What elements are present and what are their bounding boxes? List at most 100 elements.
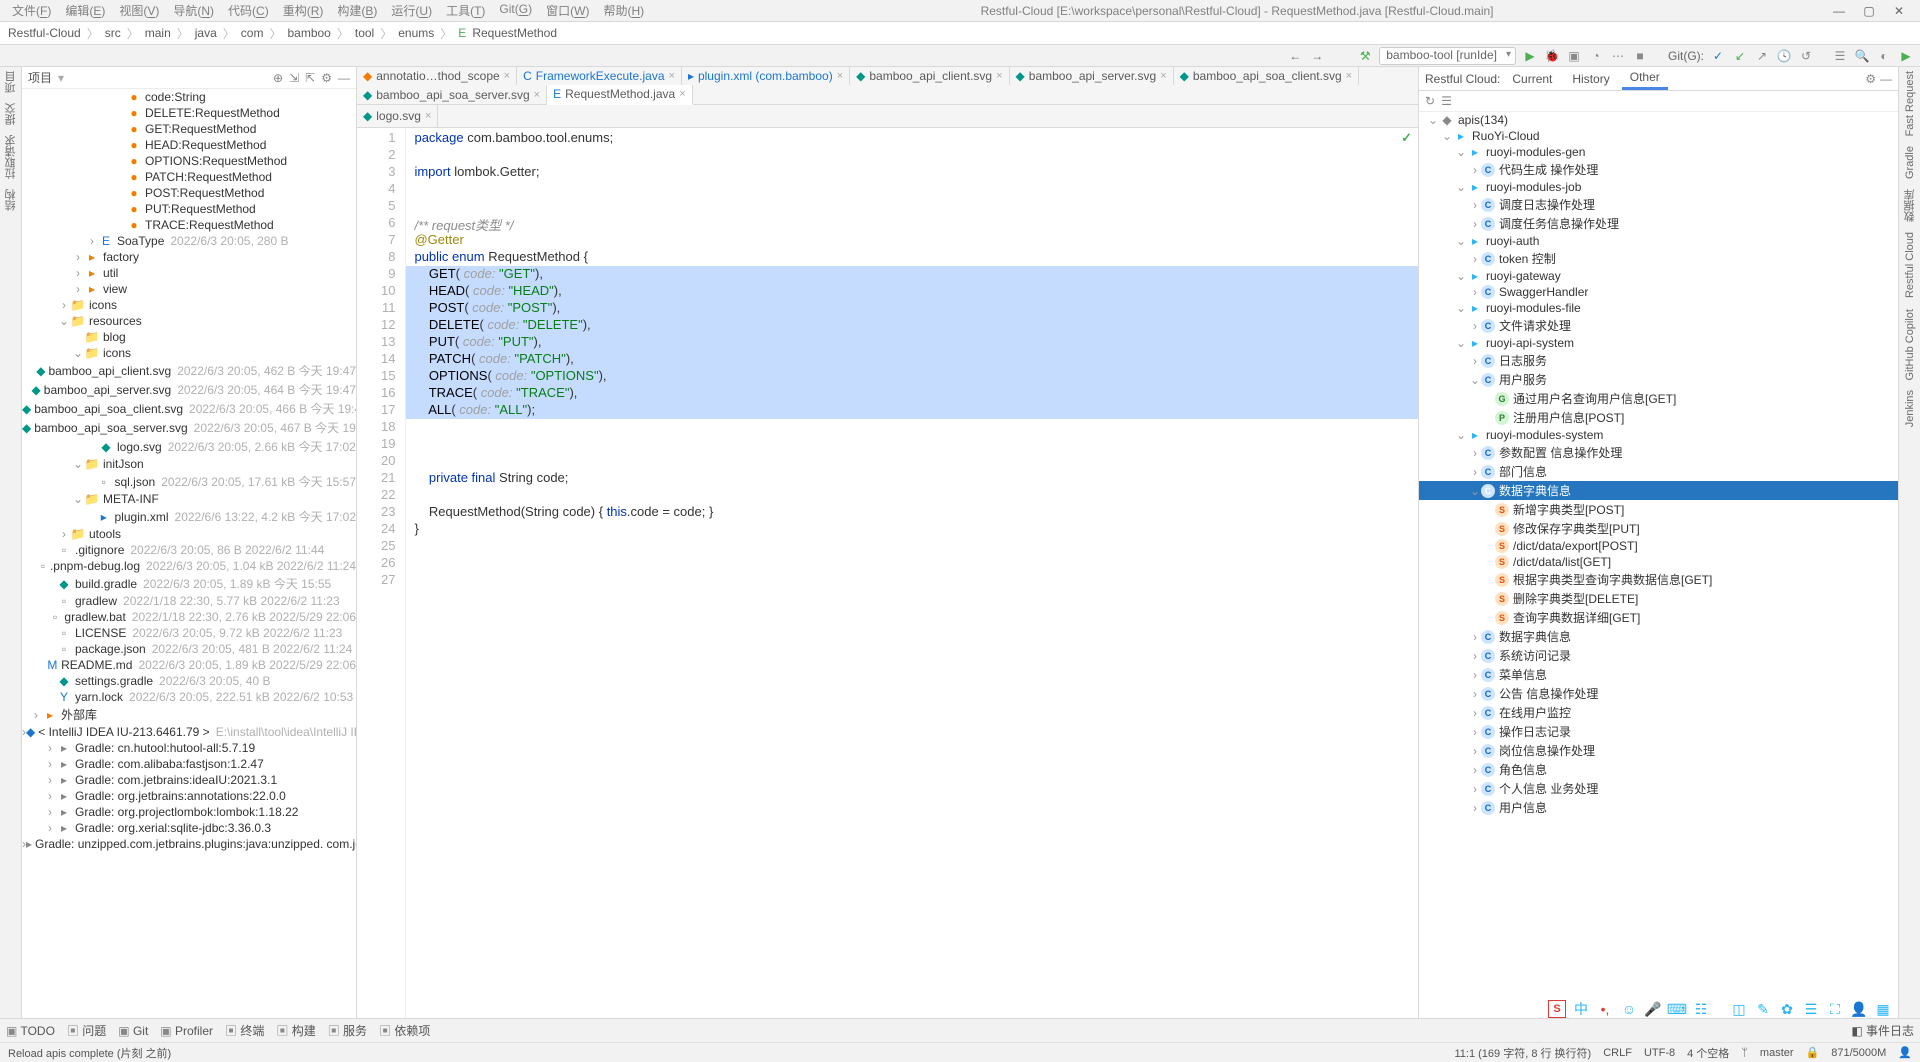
tree-row[interactable]: ▫LICENSE2022/6/3 20:05, 9.72 kB 2022/6/2… [22,625,356,641]
bottom-tab[interactable]: ▣ TODO [6,1024,55,1038]
tree-row[interactable]: ⌄📁icons [22,345,356,361]
tool-strip-item[interactable]: 项目 [3,71,19,93]
menu-item[interactable]: 重构(R) [277,0,330,21]
indent[interactable]: 4 个空格 [1687,1045,1729,1061]
api-tree-row[interactable]: ⌄▸RuoYi-Cloud [1419,128,1898,144]
tree-row[interactable]: ◆bamboo_api_soa_client.svg2022/6/3 20:05… [22,399,356,418]
tree-row[interactable]: ●POST:RequestMethod [22,185,356,201]
tree-row[interactable]: ▫.pnpm-debug.log2022/6/3 20:05, 1.04 kB … [22,558,356,574]
tree-row[interactable]: ▫gradlew2022/1/18 22:30, 5.77 kB 2022/6/… [22,593,356,609]
menu-item[interactable]: 窗口(W) [540,0,595,21]
api-tree-row[interactable]: ⌄▸ruoyi-modules-gen [1419,144,1898,160]
tool-strip-item[interactable]: 结构 [3,189,19,211]
tool-strip-item[interactable]: Jenkins [1904,390,1916,427]
filter-icon[interactable]: ☰ [1441,94,1452,108]
tree-row[interactable]: ◆logo.svg2022/6/3 20:05, 2.66 kB 今天 17:0… [22,437,356,456]
bottom-tool-tabs[interactable]: ▣ TODO▣ 问题▣ Git▣ Profiler▣ 终端▣ 构建▣ 服务▣ 依… [0,1018,1920,1042]
api-tree-row[interactable]: ⌄C数据字典信息 [1419,481,1898,500]
api-tree-row[interactable]: ›C在线用户监控 [1419,703,1898,722]
right-tool-strip[interactable]: Fast RequestGradle数据库Restful CloudGitHub… [1898,67,1920,1018]
tool-strip-item[interactable]: 提交 [3,103,19,125]
left-tool-strip[interactable]: 项目提交拉取请求结构 [0,67,22,1018]
bottom-tab[interactable]: ▣ 终端 [225,1022,264,1039]
api-tree-row[interactable]: ›C个人信息 业务处理 [1419,779,1898,798]
api-tree-row[interactable]: ›C代码生成 操作处理 [1419,160,1898,179]
tree-row[interactable]: ●code:String [22,89,356,105]
api-tree-row[interactable]: P注册用户信息[POST] [1419,408,1898,427]
editor-tab[interactable]: ERequestMethod.java× [547,85,693,105]
tree-row[interactable]: MREADME.md2022/6/3 20:05, 1.89 kB 2022/5… [22,657,356,673]
hide-icon[interactable]: — [338,71,350,85]
tab-other[interactable]: Other [1622,67,1668,90]
project-tree[interactable]: ●code:String●DELETE:RequestMethod●GET:Re… [22,89,356,1018]
git-revert-icon[interactable]: ↺ [1798,48,1814,64]
api-tree-row[interactable]: ⌄▸ruoyi-gateway [1419,268,1898,284]
bottom-tab[interactable]: ▣ 构建 [276,1022,315,1039]
tree-row[interactable]: ›▸外部库 [22,705,356,724]
api-tree-row[interactable]: ⌄▸ruoyi-modules-system [1419,427,1898,443]
avatar-icon[interactable]: ◐ [1876,48,1892,64]
api-tree-row[interactable]: ⌄▸ruoyi-modules-file [1419,300,1898,316]
api-tree-row[interactable]: ⌄▸ruoyi-api-system [1419,335,1898,351]
close-icon[interactable]: × [504,70,510,82]
editor-tab[interactable]: ▸plugin.xml (com.bamboo)× [682,67,850,85]
settings-icon[interactable]: ☰ [1832,48,1848,64]
refresh-icon[interactable]: ↻ [1425,94,1435,108]
lock-icon[interactable]: 🔒 [1806,1046,1820,1059]
tool-strip-item[interactable]: Gradle [1904,146,1916,179]
api-tree-row[interactable]: ›C调度日志操作处理 [1419,195,1898,214]
crumb[interactable]: com [241,26,264,40]
api-tree-row[interactable]: S/dict/data/list[GET] [1419,554,1898,570]
run-icon[interactable]: ▶ [1522,48,1538,64]
tab-history[interactable]: History [1564,69,1617,89]
menu-item[interactable]: Git(G) [493,0,538,21]
api-tree[interactable]: ⌄◆apis(134)⌄▸RuoYi-Cloud⌄▸ruoyi-modules-… [1419,112,1898,1018]
main-menu[interactable]: 文件(F)编辑(E)视图(V)导航(N)代码(C)重构(R)构建(B)运行(U)… [6,0,650,21]
profile-icon[interactable]: ◔ [1588,48,1604,64]
tree-row[interactable]: ◆bamboo_api_server.svg2022/6/3 20:05, 46… [22,380,356,399]
hammer-icon[interactable]: ⚒ [1357,48,1373,64]
line-sep[interactable]: CRLF [1603,1047,1632,1059]
crumb[interactable]: Restful-Cloud [8,26,81,40]
api-tree-row[interactable]: ›C菜单信息 [1419,665,1898,684]
minimize-icon[interactable]: — [1824,4,1854,18]
menu-item[interactable]: 代码(C) [222,0,275,21]
tree-row[interactable]: ›▸util [22,265,356,281]
close-icon[interactable]: × [1346,70,1352,82]
encoding[interactable]: UTF-8 [1644,1047,1675,1059]
forward-icon[interactable]: → [1309,48,1325,64]
tree-row[interactable]: ▸plugin.xml2022/6/6 13:22, 4.2 kB 今天 17:… [22,507,356,526]
api-tree-row[interactable]: S新增字典类型[POST] [1419,500,1898,519]
close-icon[interactable]: × [837,70,843,82]
editor-tab[interactable]: ◆bamboo_api_client.svg× [850,67,1009,85]
editor-tab[interactable]: ◆bamboo_api_server.svg× [1010,67,1174,85]
search-icon[interactable]: 🔍 [1854,48,1870,64]
tree-row[interactable]: ◆bamboo_api_soa_server.svg2022/6/3 20:05… [22,418,356,437]
tool-strip-item[interactable]: GitHub Copilot [1904,309,1916,381]
crumb[interactable]: main [145,26,171,40]
menu-item[interactable]: 帮助(H) [597,0,650,21]
stop-icon[interactable]: ■ [1632,48,1648,64]
tree-row[interactable]: ›▸Gradle: unzipped.com.jetbrains.plugins… [22,836,356,852]
api-tree-row[interactable]: S/dict/data/export[POST] [1419,538,1898,554]
api-tree-row[interactable]: ›C文件请求处理 [1419,316,1898,335]
tool-strip-item[interactable]: 拉取请求 [3,135,19,179]
event-log-tab[interactable]: ◧ 事件日志 [1851,1022,1914,1039]
gear-icon[interactable]: ⚙ [321,71,332,85]
tree-row[interactable]: ›▸view [22,281,356,297]
notif-icon[interactable]: 👤 [1898,1046,1912,1059]
tool-strip-item[interactable]: 数据库 [1902,189,1918,222]
close-icon[interactable]: × [669,70,675,82]
api-tree-row[interactable]: ›C角色信息 [1419,760,1898,779]
api-tree-row[interactable]: S修改保存字典类型[PUT] [1419,519,1898,538]
tree-row[interactable]: ›📁icons [22,297,356,313]
api-tree-row[interactable]: S删除字典类型[DELETE] [1419,589,1898,608]
api-tree-row[interactable]: ⌄▸ruoyi-auth [1419,233,1898,249]
tree-row[interactable]: ⌄📁META-INF [22,491,356,507]
editor-tab[interactable]: ◆logo.svg× [357,105,438,127]
crumb[interactable]: src [105,26,121,40]
close-icon[interactable]: × [425,110,431,122]
bottom-tab[interactable]: ▣ 服务 [328,1022,367,1039]
menu-item[interactable]: 工具(T) [440,0,491,21]
collapse-icon[interactable]: ⇱ [305,71,315,85]
